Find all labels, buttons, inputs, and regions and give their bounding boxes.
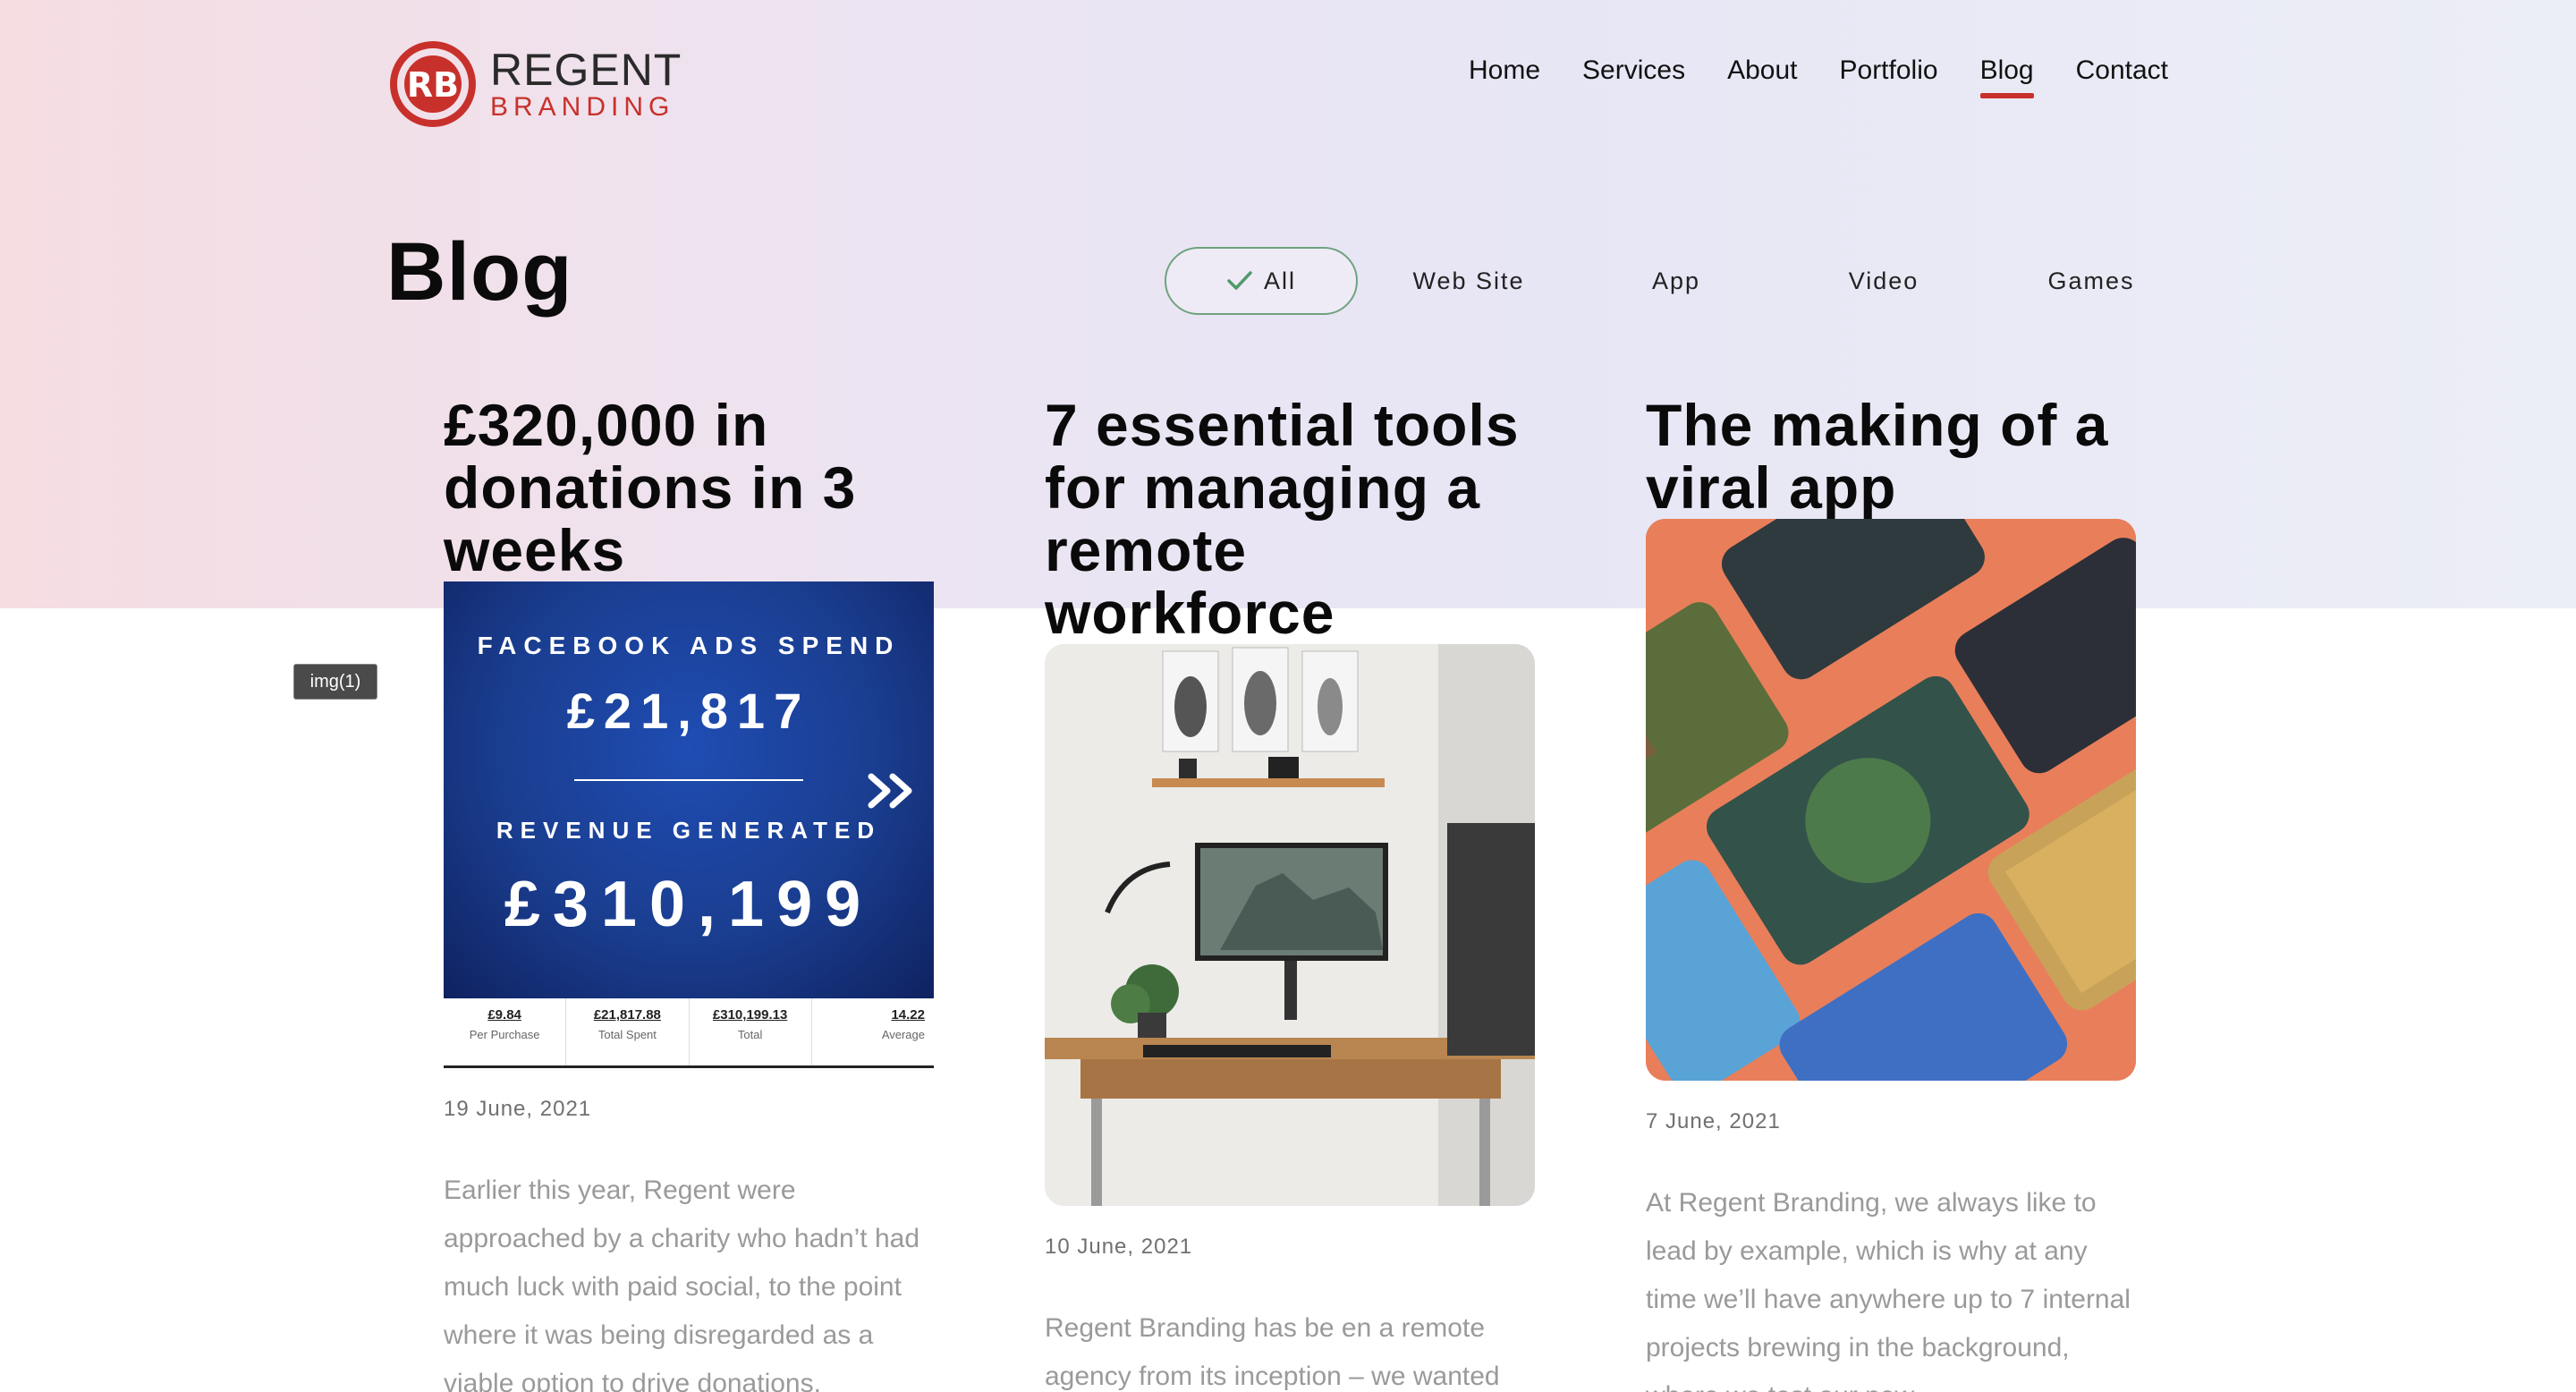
stat-value: 14.22 <box>891 1007 925 1023</box>
nav-blog[interactable]: Blog <box>1979 55 2034 98</box>
revenue-label: REVENUE GENERATED <box>496 817 882 844</box>
post-image[interactable] <box>1646 519 2136 1081</box>
game-screens-collage <box>1646 519 2136 1081</box>
brand-subname: BRANDING <box>490 92 675 122</box>
ad-results-graphic: FACEBOOK ADS SPEND £21,817 REVENUE GENER… <box>444 581 934 998</box>
post-image[interactable] <box>1045 644 1535 1206</box>
filter-all[interactable]: All <box>1165 247 1358 315</box>
stat-total: £310,199.13 Total <box>690 998 812 1065</box>
post-date: 19 June, 2021 <box>444 1097 592 1121</box>
stat-per-purchase: £9.84 Per Purchase <box>444 998 567 1065</box>
nav-services[interactable]: Services <box>1582 55 1685 86</box>
double-chevron-right-icon <box>868 773 912 809</box>
logo-mark-icon: RB <box>390 41 476 127</box>
stat-label: Average <box>881 1028 925 1041</box>
stat-value: £21,817.88 <box>593 1007 661 1023</box>
desk-setup-illustration <box>1045 644 1535 1206</box>
post-title[interactable]: £320,000 in donations in 3 weeks <box>444 394 934 581</box>
stat-label: Total <box>737 1028 763 1041</box>
post-title[interactable]: 7 essential tools for managing a remote … <box>1045 394 1535 644</box>
divider <box>574 779 803 781</box>
brand-logo[interactable]: RB REGENT BRANDING <box>388 41 682 127</box>
post-date: 7 June, 2021 <box>1646 1109 1781 1133</box>
blog-card[interactable]: £320,000 in donations in 3 weeks FACEBOO… <box>444 394 934 1392</box>
nav-about[interactable]: About <box>1727 55 1797 86</box>
inspector-badge: img(1) <box>293 664 377 700</box>
stat-label: Per Purchase <box>469 1028 540 1041</box>
post-title[interactable]: The making of a viral app <box>1646 394 2136 519</box>
post-excerpt: Regent Branding has be en a remote agenc… <box>1045 1313 1500 1391</box>
page-title: Blog <box>386 226 573 318</box>
stat-total-spent: £21,817.88 Total Spent <box>566 998 690 1065</box>
filter-all-label: All <box>1263 267 1296 294</box>
filter-app[interactable]: App <box>1580 247 1773 315</box>
blog-card[interactable]: The making of a viral app 7 June, 2021 A… <box>1646 394 2136 1392</box>
post-date: 10 June, 2021 <box>1045 1235 1193 1259</box>
filter-video[interactable]: Video <box>1787 247 1980 315</box>
nav-home[interactable]: Home <box>1469 55 1540 86</box>
brand-name: REGENT <box>490 45 682 95</box>
category-filters: All Web Site App Video Games <box>1165 247 2202 315</box>
stat-average: 14.22 Average <box>812 998 934 1065</box>
nav-portfolio[interactable]: Portfolio <box>1840 55 1938 86</box>
main-nav: Home Services About Portfolio Blog Conta… <box>1469 55 2168 98</box>
stat-label: Total Spent <box>597 1028 657 1041</box>
filter-games[interactable]: Games <box>1995 247 2188 315</box>
filter-web-site[interactable]: Web Site <box>1372 247 1565 315</box>
blog-card[interactable]: 7 essential tools for managing a remote … <box>1045 394 1535 1392</box>
ad-stats-row: £9.84 Per Purchase £21,817.88 Total Spen… <box>444 998 934 1068</box>
stat-value: £310,199.13 <box>712 1007 788 1023</box>
svg-text:RB: RB <box>407 65 459 105</box>
ad-spend-value: £21,817 <box>566 683 811 739</box>
check-icon <box>1227 271 1252 290</box>
nav-contact[interactable]: Contact <box>2076 55 2168 86</box>
revenue-value: £310,199 <box>504 869 874 940</box>
post-excerpt: Earlier this year, Regent were approache… <box>444 1176 920 1392</box>
ad-spend-label: FACEBOOK ADS SPEND <box>477 632 901 659</box>
post-image[interactable]: FACEBOOK ADS SPEND £21,817 REVENUE GENER… <box>444 581 934 1068</box>
post-excerpt: At Regent Branding, we always like to le… <box>1646 1188 2131 1392</box>
stat-value: £9.84 <box>487 1007 521 1023</box>
